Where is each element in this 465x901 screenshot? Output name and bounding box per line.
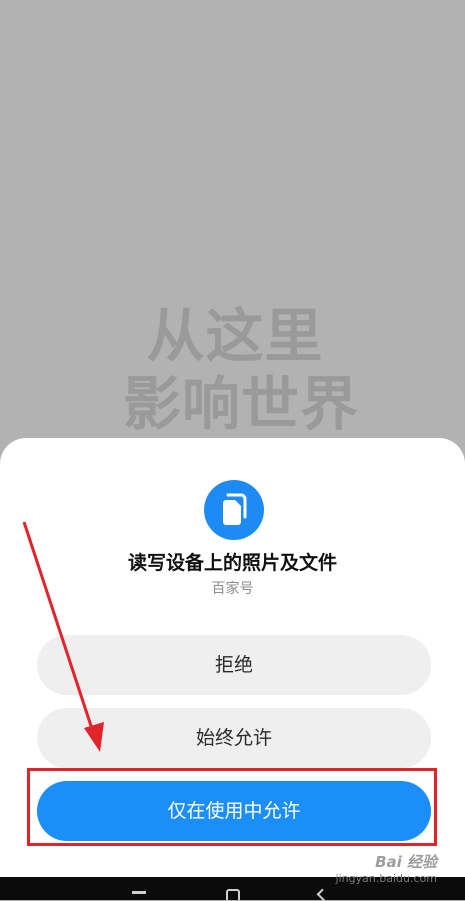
back-icon[interactable]: [316, 888, 330, 901]
watermark: Bai 经验 jingyan.baidu.com: [335, 851, 437, 885]
watermark-url: jingyan.baidu.com: [335, 872, 437, 885]
recents-icon[interactable]: [132, 891, 146, 894]
annotation-arrow: [22, 521, 104, 752]
home-icon[interactable]: [226, 889, 240, 900]
watermark-logo: Bai 经验: [375, 853, 437, 871]
